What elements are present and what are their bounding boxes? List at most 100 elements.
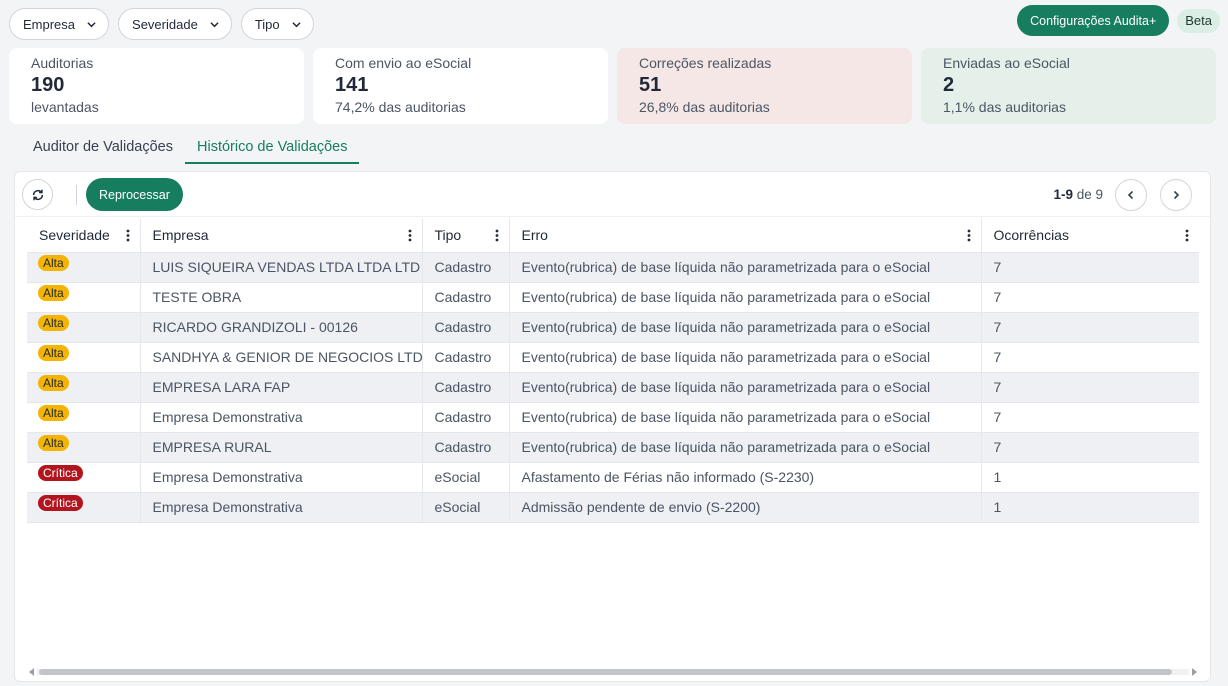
card-value: 141 [335, 74, 369, 96]
table-row[interactable]: Alta EMPRESA RURAL Cadastro Evento(rubri… [27, 432, 1199, 463]
cell-type: Cadastro [422, 402, 510, 433]
cell-company: Empresa Demonstrativa [140, 462, 423, 493]
cell-type: eSocial [422, 462, 510, 493]
config-audita-button[interactable]: Configurações Audita+ [1017, 5, 1170, 36]
cell-error: Admissão pendente de envio (S-2200) [509, 492, 982, 523]
pagination-status: 1-9 de 9 [1053, 187, 1103, 202]
more-vertical-icon[interactable] [967, 229, 971, 242]
tab-auditor-validacoes[interactable]: Auditor de Validações [21, 135, 185, 164]
column-header-severidade[interactable]: Severidade [27, 219, 141, 253]
filter-severidade-label: Severidade [132, 16, 198, 32]
chevron-down-icon [210, 21, 219, 27]
card-label: Correções realizadas [639, 55, 772, 71]
cell-type: Cadastro [422, 312, 510, 343]
cell-count: 7 [981, 342, 1199, 373]
horizontal-scrollbar[interactable] [27, 667, 1199, 677]
card-correcoes: Correções realizadas 51 26,8% das audito… [617, 48, 912, 124]
column-header-erro[interactable]: Erro [509, 219, 982, 253]
toolbar-divider [76, 185, 77, 205]
validations-panel: Reprocessar 1-9 de 9 Severidade Empresa [14, 171, 1211, 682]
table-row[interactable]: Alta SANDHYA & GENIOR DE NEGOCIOS LTDA C… [27, 342, 1199, 373]
cell-company: TESTE OBRA [140, 282, 423, 313]
pagination-total: de 9 [1076, 187, 1103, 202]
card-label: Auditorias [31, 55, 94, 71]
beta-badge: Beta [1177, 8, 1220, 33]
table-row[interactable]: Alta TESTE OBRA Cadastro Evento(rubrica)… [27, 282, 1199, 313]
table-row[interactable]: Alta RICARDO GRANDIZOLI - 00126 Cadastro… [27, 312, 1199, 343]
cell-company: RICARDO GRANDIZOLI - 00126 [140, 312, 423, 343]
table-row[interactable]: Crítica Empresa Demonstrativa eSocial Af… [27, 462, 1199, 493]
cell-severity: Alta [27, 432, 141, 463]
chevron-right-icon [1173, 190, 1180, 200]
severity-badge: Alta [38, 344, 69, 361]
severity-badge: Alta [38, 314, 69, 331]
card-label: Enviadas ao eSocial [943, 55, 1070, 71]
more-vertical-icon[interactable] [408, 229, 412, 242]
severity-badge: Alta [38, 404, 69, 421]
tab-historico-validacoes[interactable]: Histórico de Validações [185, 135, 360, 164]
cell-count: 1 [981, 462, 1199, 493]
column-header-tipo[interactable]: Tipo [422, 219, 510, 253]
table-row[interactable]: Alta LUIS SIQUEIRA VENDAS LTDA LTDA LTD … [27, 252, 1199, 283]
cell-error: Evento(rubrica) de base líquida não para… [509, 282, 982, 313]
cell-count: 7 [981, 372, 1199, 403]
column-label: Empresa [152, 227, 209, 244]
column-header-ocorrencias[interactable]: Ocorrências [981, 219, 1199, 253]
refresh-button[interactable] [22, 179, 53, 210]
table-header-row: Severidade Empresa Tipo Erro Ocorrências [27, 219, 1199, 253]
reprocess-button[interactable]: Reprocessar [86, 178, 183, 211]
card-sub: levantadas [31, 99, 99, 115]
chevron-down-icon [292, 21, 301, 27]
cell-type: Cadastro [422, 252, 510, 283]
filter-empresa-label: Empresa [23, 16, 76, 32]
cell-error: Afastamento de Férias não informado (S-2… [509, 462, 982, 493]
cell-company: Empresa Demonstrativa [140, 492, 423, 523]
scroll-right-icon[interactable] [1192, 668, 1197, 676]
cell-severity: Alta [27, 282, 141, 313]
cell-company: EMPRESA RURAL [140, 432, 423, 463]
table-row[interactable]: Alta EMPRESA LARA FAP Cadastro Evento(ru… [27, 372, 1199, 403]
cell-severity: Alta [27, 342, 141, 373]
cell-company: SANDHYA & GENIOR DE NEGOCIOS LTDA [140, 342, 423, 373]
card-sub: 74,2% das auditorias [335, 99, 466, 115]
cell-error: Evento(rubrica) de base líquida não para… [509, 312, 982, 343]
cell-severity: Alta [27, 312, 141, 343]
cell-error: Evento(rubrica) de base líquida não para… [509, 252, 982, 283]
cell-type: Cadastro [422, 432, 510, 463]
more-vertical-icon[interactable] [126, 229, 130, 242]
cell-company: Empresa Demonstrativa [140, 402, 423, 433]
tab-bar: Auditor de Validações Histórico de Valid… [21, 135, 360, 164]
filter-empresa[interactable]: Empresa [9, 8, 110, 40]
card-enviadas: Enviadas ao eSocial 2 1,1% das auditoria… [921, 48, 1216, 124]
more-vertical-icon[interactable] [495, 229, 499, 242]
cell-count: 7 [981, 402, 1199, 433]
scroll-left-icon[interactable] [29, 668, 34, 676]
card-sub: 26,8% das auditorias [639, 99, 770, 115]
cell-count: 7 [981, 252, 1199, 283]
cell-type: eSocial [422, 492, 510, 523]
cell-count: 7 [981, 312, 1199, 343]
column-label: Erro [521, 227, 548, 244]
column-label: Severidade [39, 227, 110, 244]
previous-page-button[interactable] [1115, 179, 1147, 211]
table-row[interactable]: Crítica Empresa Demonstrativa eSocial Ad… [27, 492, 1199, 523]
cell-severity: Crítica [27, 492, 141, 523]
scrollbar-thumb[interactable] [39, 669, 1172, 675]
cell-type: Cadastro [422, 282, 510, 313]
table-row[interactable]: Alta Empresa Demonstrativa Cadastro Even… [27, 402, 1199, 433]
more-vertical-icon[interactable] [1185, 229, 1189, 242]
cell-error: Evento(rubrica) de base líquida não para… [509, 342, 982, 373]
column-header-empresa[interactable]: Empresa [140, 219, 423, 253]
cell-severity: Alta [27, 372, 141, 403]
filter-tipo[interactable]: Tipo [240, 8, 314, 40]
validations-table: Severidade Empresa Tipo Erro Ocorrências… [27, 219, 1199, 523]
severity-badge: Alta [38, 284, 69, 301]
filter-severidade[interactable]: Severidade [118, 8, 232, 40]
cell-severity: Crítica [27, 462, 141, 493]
column-label: Ocorrências [993, 227, 1069, 244]
card-value: 190 [31, 74, 65, 96]
card-value: 51 [639, 74, 662, 96]
chevron-left-icon [1127, 190, 1134, 200]
severity-badge: Crítica [38, 494, 83, 511]
next-page-button[interactable] [1160, 179, 1192, 211]
